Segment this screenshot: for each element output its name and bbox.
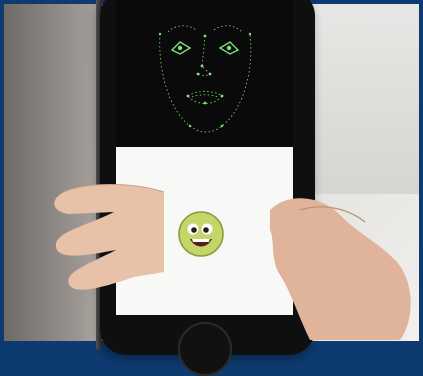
left-pupil <box>177 45 183 51</box>
face-tracking-view <box>116 0 293 147</box>
left-hand <box>54 184 164 290</box>
left-brow <box>167 25 197 33</box>
face-landmark-mesh <box>158 25 252 133</box>
nose-bridge <box>197 35 211 77</box>
smiley-emoji <box>178 211 224 257</box>
background-panel <box>304 4 419 194</box>
right-brow <box>213 25 243 33</box>
mouth-inner <box>191 94 219 98</box>
home-button <box>178 322 232 376</box>
right-pupil <box>226 45 232 51</box>
right-hand <box>270 198 411 340</box>
